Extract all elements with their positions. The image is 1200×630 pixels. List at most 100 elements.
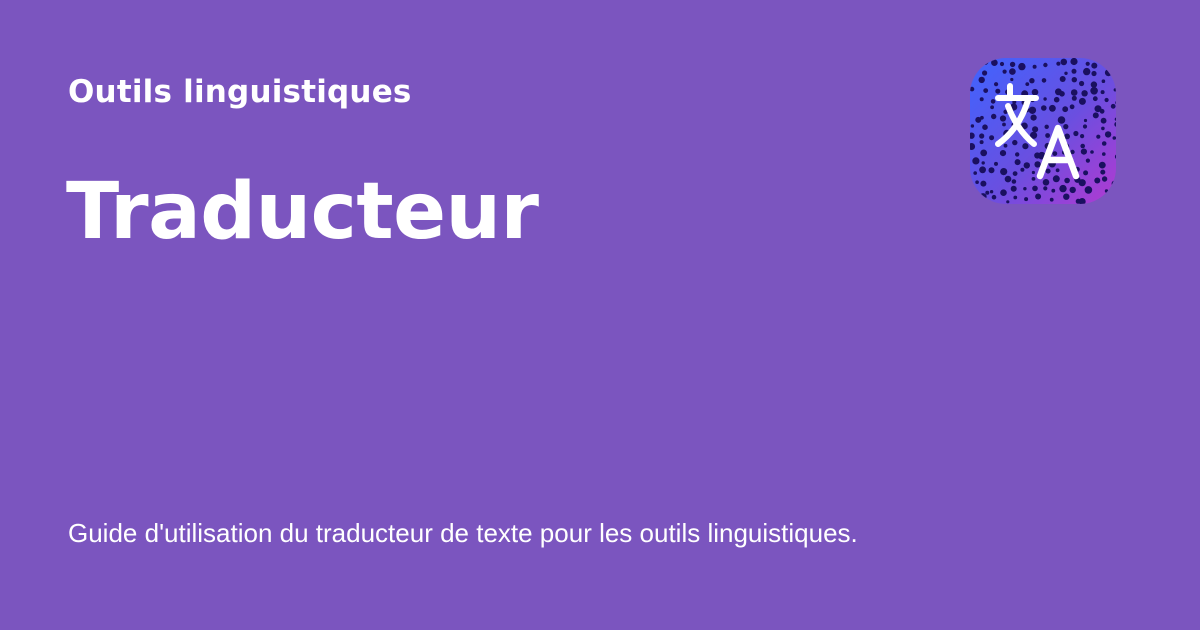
- icon-dot: [1055, 168, 1060, 173]
- icon-dot: [1112, 136, 1116, 140]
- icon-dot: [1083, 67, 1091, 76]
- icon-dot: [1082, 124, 1088, 129]
- icon-dot: [1043, 186, 1048, 191]
- icon-dot: [991, 113, 997, 120]
- icon-dot: [1090, 150, 1094, 154]
- icon-dot: [1031, 88, 1039, 96]
- icon-dot: [972, 157, 980, 165]
- icon-dot: [1069, 186, 1076, 194]
- icon-dot: [1080, 134, 1085, 139]
- icon-dot: [1104, 97, 1109, 103]
- icon-dot: [1014, 159, 1021, 166]
- icon-dot: [1101, 141, 1107, 146]
- icon-dot: [1104, 69, 1112, 77]
- icon-dot: [988, 167, 995, 174]
- icon-dot: [1028, 106, 1037, 114]
- icon-dot: [973, 59, 978, 64]
- icon-dot: [983, 88, 989, 93]
- icon-dot: [979, 140, 984, 145]
- icon-dot: [1104, 131, 1112, 138]
- icon-dot: [1090, 87, 1098, 95]
- icon-dot: [1002, 122, 1006, 127]
- icon-dot: [980, 149, 988, 157]
- translate-icon: [970, 58, 1116, 204]
- icon-dot: [1009, 61, 1016, 68]
- icon-dot: [1018, 62, 1026, 71]
- icon-dot: [1071, 95, 1077, 101]
- icon-dot: [1032, 126, 1039, 133]
- icon-dot: [1060, 58, 1068, 66]
- icon-dot: [1029, 78, 1035, 84]
- icon-dot: [1101, 79, 1106, 83]
- icon-dot: [1023, 162, 1030, 169]
- icon-dot: [1004, 175, 1012, 183]
- icon-dot: [975, 180, 979, 184]
- icon-dot: [1078, 97, 1086, 105]
- icon-dot: [1032, 64, 1037, 69]
- icon-dot: [1042, 179, 1050, 186]
- icon-dot: [1052, 175, 1060, 183]
- icon-dot: [1059, 184, 1067, 193]
- icon-dot: [1085, 158, 1090, 163]
- icon-dot: [1051, 188, 1056, 193]
- icon-dot: [1041, 78, 1047, 83]
- icon-dot: [1063, 193, 1070, 200]
- icon-dot: [1090, 81, 1098, 88]
- icon-dot: [1010, 185, 1017, 192]
- icon-dot: [981, 161, 985, 165]
- icon-dot: [1059, 91, 1065, 97]
- icon-dot: [979, 193, 987, 201]
- icon-dot: [985, 190, 990, 195]
- icon-dot: [1006, 200, 1010, 204]
- icon-dot: [1070, 58, 1078, 66]
- icon-dot: [990, 99, 996, 104]
- icon-dot: [1100, 117, 1107, 124]
- icon-dot: [1024, 197, 1029, 202]
- icon-dot: [1101, 126, 1105, 131]
- icon-dot: [1011, 179, 1017, 184]
- icon-dot: [989, 190, 994, 194]
- icon-dot: [1071, 77, 1077, 83]
- icon-dot: [1002, 69, 1007, 74]
- icon-dot: [1025, 82, 1030, 86]
- icon-dot: [999, 150, 1007, 157]
- icon-dot: [979, 133, 985, 139]
- icon-dot: [1094, 177, 1101, 184]
- icon-dot: [1015, 152, 1020, 157]
- icon-dot: [1062, 106, 1069, 113]
- icon-dot: [1092, 96, 1098, 102]
- icon-dot: [1102, 152, 1106, 156]
- icon-dot: [1111, 62, 1116, 69]
- icon-dot: [1056, 61, 1061, 66]
- icon-dot: [973, 171, 977, 175]
- icon-dot: [999, 115, 1007, 122]
- icon-dot: [1080, 148, 1087, 155]
- page-title: Traducteur: [66, 167, 539, 257]
- icon-dot: [1064, 177, 1070, 184]
- icon-dot: [1104, 189, 1109, 193]
- icon-dot: [1069, 104, 1075, 110]
- icon-dot: [999, 61, 1005, 67]
- icon-dot: [1052, 151, 1058, 156]
- icon-dot: [1096, 134, 1101, 139]
- icon-dot: [982, 124, 988, 130]
- icon-dot: [1081, 90, 1088, 97]
- icon-dot: [982, 70, 988, 76]
- icon-dot: [974, 199, 979, 204]
- icon-dot: [1043, 62, 1048, 68]
- icon-dot: [1111, 67, 1116, 75]
- share-card: Outils linguistiques Traducteur Guide d'…: [0, 0, 1200, 630]
- icon-dot: [989, 135, 995, 141]
- icon-dot: [1023, 187, 1027, 191]
- icon-dot: [1079, 80, 1085, 87]
- icon-dot: [970, 124, 975, 128]
- icon-dot: [1031, 170, 1035, 175]
- icon-dot: [1045, 133, 1050, 138]
- icon-dot: [1092, 112, 1099, 119]
- icon-dot: [1110, 103, 1116, 109]
- icon-dot: [1000, 168, 1008, 176]
- page-description: Guide d'utilisation du traducteur de tex…: [68, 518, 858, 548]
- icon-dot: [1091, 70, 1097, 77]
- icon-dot: [994, 82, 999, 87]
- icon-dot: [1100, 169, 1106, 175]
